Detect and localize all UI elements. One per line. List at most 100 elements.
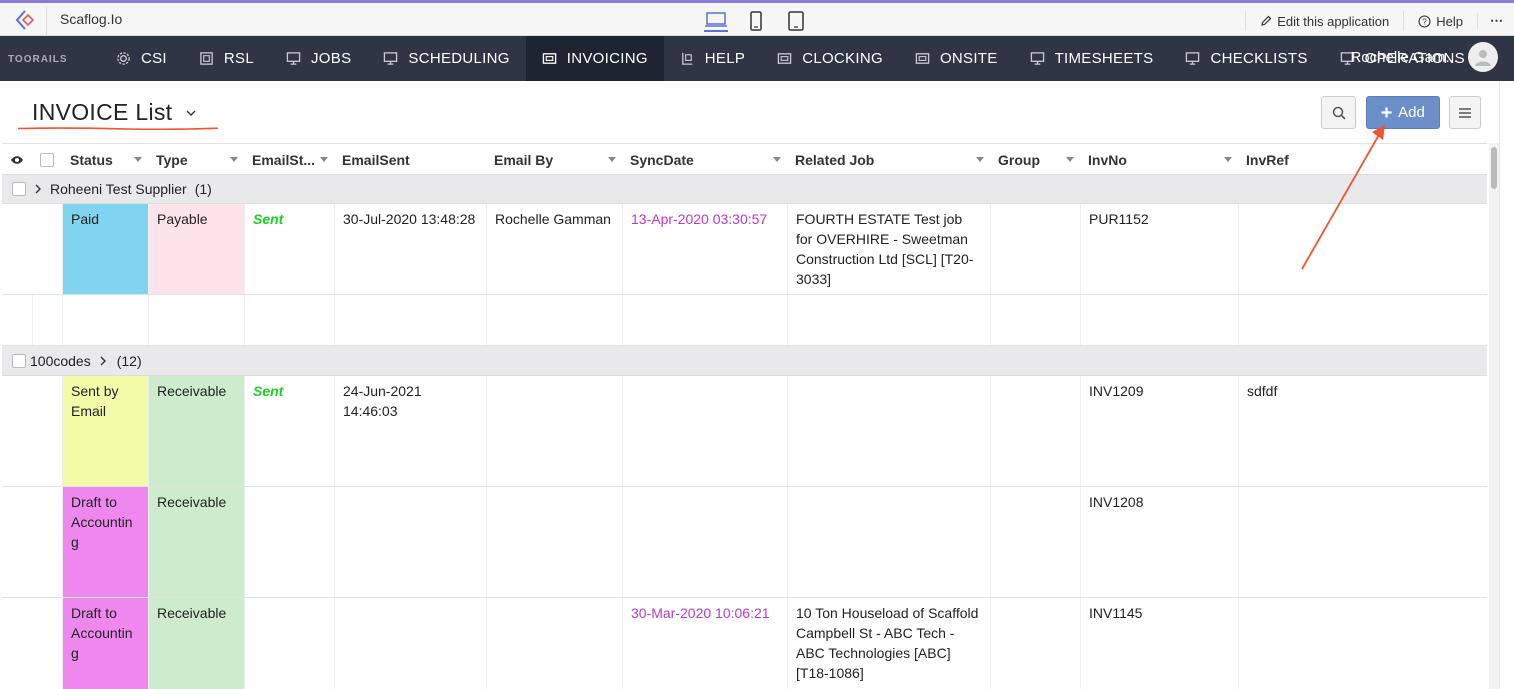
nav-item-label: ONSITE <box>939 50 998 67</box>
group-label: 100codes <box>30 352 91 369</box>
column-visibility-toggle[interactable] <box>6 144 32 175</box>
user-menu[interactable]: Rochelle Gam... <box>1350 42 1498 72</box>
list-menu-button[interactable] <box>1449 96 1481 129</box>
column-header-sync-date[interactable]: SyncDate <box>622 144 787 175</box>
monitor-icon <box>1030 52 1044 65</box>
column-header-email-by[interactable]: Email By <box>486 144 622 175</box>
table-row[interactable]: Paid Payable Sent 30-Jul-2020 13:48:28 R… <box>2 204 1487 295</box>
nav-item-rsl[interactable]: RSL <box>183 36 270 81</box>
mobile-icon[interactable] <box>744 10 768 32</box>
email-status-cell: Sent <box>244 204 334 294</box>
app-logo-icon[interactable] <box>14 9 36 31</box>
sort-caret-icon[interactable] <box>1066 157 1074 162</box>
nav-item-onsite[interactable]: ONSITE <box>899 36 1014 81</box>
help-desk-icon <box>681 52 692 65</box>
sync-date-cell <box>622 376 787 486</box>
help-link[interactable]: ? Help <box>1403 11 1477 31</box>
right-edge-panel <box>1499 81 1514 689</box>
related-job-cell: 10 Ton Houseload of Scaffold Campbell St… <box>787 598 990 689</box>
related-job-cell <box>787 295 990 345</box>
column-header-status[interactable]: Status <box>62 144 148 175</box>
vertical-scrollbar[interactable] <box>1489 143 1499 689</box>
group-row[interactable]: 100codes (12) <box>2 346 1487 376</box>
nav-item-label: JOBS <box>311 50 352 67</box>
column-header-related-job[interactable]: Related Job <box>787 144 990 175</box>
question-circle-icon: ? <box>1418 14 1431 28</box>
column-header-label: Related Job <box>795 151 875 168</box>
group-checkbox[interactable] <box>12 182 26 196</box>
scrollbar-thumb[interactable] <box>1491 147 1497 189</box>
tablet-icon[interactable] <box>784 10 808 32</box>
add-button[interactable]: Add <box>1366 96 1440 129</box>
group-row[interactable]: Roheeni Test Supplier (1) <box>2 175 1487 204</box>
email-sent-cell <box>334 598 486 689</box>
nav-item-label: CSI <box>141 50 167 67</box>
checkbox[interactable] <box>40 152 54 167</box>
sort-caret-icon[interactable] <box>134 157 142 162</box>
column-header-email-status[interactable]: EmailSt... <box>244 144 334 175</box>
related-job-cell: FOURTH ESTATE Test job for OVERHIRE - Sw… <box>787 204 990 294</box>
nav-item-help[interactable]: HELP <box>664 36 761 81</box>
table-row[interactable] <box>2 295 1487 346</box>
nav-item-csi[interactable]: CSI <box>100 36 183 81</box>
column-header-inv-ref[interactable]: InvRef <box>1238 144 1487 175</box>
search-button[interactable] <box>1321 96 1356 129</box>
email-by-cell <box>486 376 622 486</box>
chevron-right-icon[interactable] <box>99 356 107 366</box>
group-cell <box>990 487 1080 597</box>
invoice-icon <box>915 53 930 64</box>
sort-caret-icon[interactable] <box>320 157 328 162</box>
nav-item-jobs[interactable]: JOBS <box>270 36 367 81</box>
sync-date-cell: 13-Apr-2020 03:30:57 <box>622 204 787 294</box>
table-row[interactable]: Draft to Accountin g Receivable INV1208 <box>2 487 1487 598</box>
laptop-icon[interactable] <box>704 10 728 32</box>
status-cell: Draft to Accountin g <box>62 598 148 689</box>
email-by-cell <box>486 598 622 689</box>
column-header-inv-no[interactable]: InvNo <box>1080 144 1238 175</box>
sort-caret-icon[interactable] <box>608 157 616 162</box>
edit-application-label: Edit this application <box>1277 13 1390 29</box>
email-status-cell <box>244 598 334 689</box>
status-cell: Sent by Email <box>62 376 148 486</box>
avatar[interactable] <box>1468 42 1498 72</box>
email-sent-cell <box>334 295 486 345</box>
type-cell: Receivable <box>148 598 244 689</box>
nav-item-checklists[interactable]: CHECKLISTS <box>1169 36 1323 81</box>
nav-item-label: SCHEDULING <box>408 50 510 67</box>
group-checkbox[interactable] <box>12 353 26 368</box>
edit-application-link[interactable]: Edit this application <box>1245 11 1403 31</box>
select-all-checkbox[interactable] <box>32 144 62 175</box>
chevron-right-icon[interactable] <box>34 184 42 194</box>
sort-caret-icon[interactable] <box>1224 157 1232 162</box>
sort-caret-icon[interactable] <box>773 157 781 162</box>
page-title: INVOICE List <box>32 99 173 125</box>
add-button-label: Add <box>1398 104 1425 121</box>
column-header-label: Type <box>156 151 188 168</box>
nav-item-clocking[interactable]: CLOCKING <box>761 36 899 81</box>
user-name: Rochelle Gam... <box>1350 48 1458 66</box>
column-header-type[interactable]: Type <box>148 144 244 175</box>
page-title-dropdown[interactable]: INVOICE List <box>32 99 196 126</box>
annotation-underline <box>18 127 218 130</box>
email-by-cell: Rochelle Gamman <box>486 204 622 294</box>
brand-logo[interactable]: TOORAILS <box>8 44 88 74</box>
more-options-icon[interactable]: ⋯ <box>1477 13 1504 29</box>
group-cell <box>990 295 1080 345</box>
related-job-cell <box>787 376 990 486</box>
sort-caret-icon[interactable] <box>976 157 984 162</box>
column-header-group[interactable]: Group <box>990 144 1080 175</box>
column-header-email-sent[interactable]: EmailSent <box>334 144 486 175</box>
inv-ref-cell <box>1238 487 1487 597</box>
sort-caret-icon[interactable] <box>230 157 238 162</box>
table-row[interactable]: Draft to Accountin g Receivable 30-Mar-2… <box>2 598 1487 689</box>
nav-item-timesheets[interactable]: TIMESHEETS <box>1014 36 1170 81</box>
nav-item-label: HELP <box>704 50 746 67</box>
sync-date-cell <box>622 295 787 345</box>
nav-item-label: INVOICING <box>566 50 648 67</box>
inv-ref-cell <box>1238 204 1487 294</box>
nav-item-invoicing[interactable]: INVOICING <box>525 36 664 81</box>
nav-item-scheduling[interactable]: SCHEDULING <box>367 36 525 81</box>
table-row[interactable]: Sent by Email Receivable Sent 24-Jun-202… <box>2 376 1487 487</box>
email-sent-cell: 30-Jul-2020 13:48:28 <box>334 204 486 294</box>
status-cell: Paid <box>62 204 148 294</box>
